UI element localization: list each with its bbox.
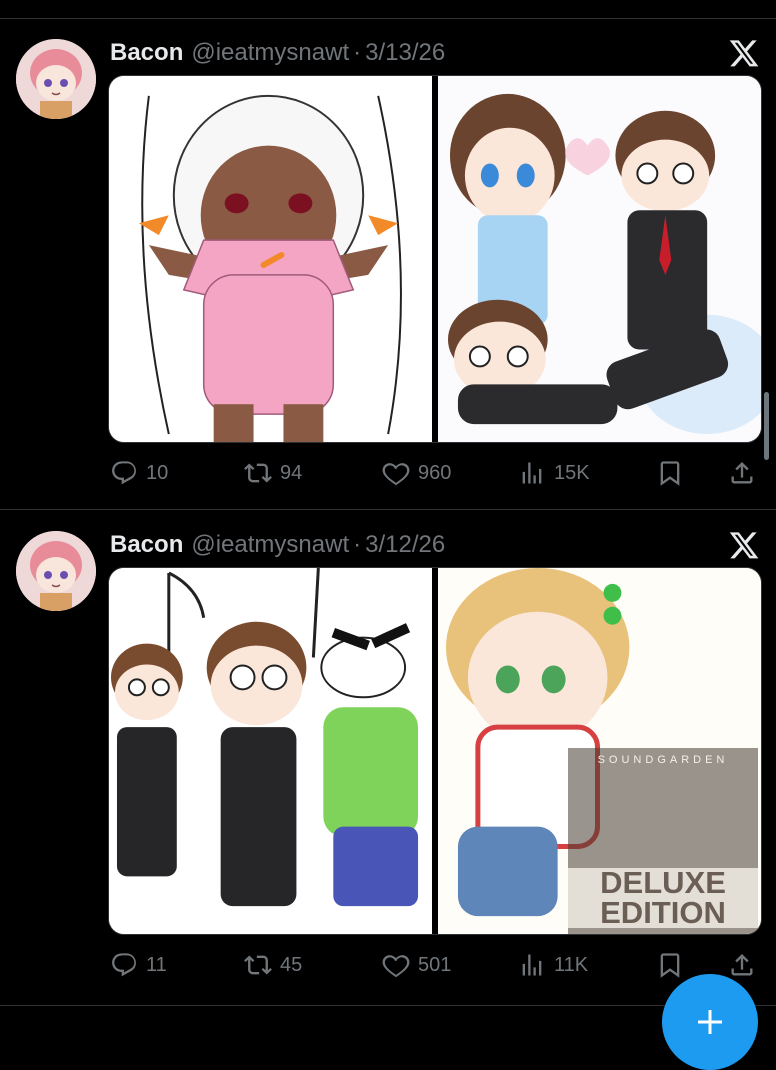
- tweet-actions: 11 45 501 11K: [108, 947, 762, 983]
- views-icon: [518, 459, 546, 487]
- repost-count: 45: [280, 953, 303, 976]
- tweet-actions: 10 94 960 15K: [108, 455, 762, 491]
- heart-icon: [382, 951, 410, 979]
- album-top-text: SOUNDGARDEN: [597, 754, 729, 766]
- deluxe-edition-label: DELUXE EDITION: [568, 867, 758, 928]
- tweet-card[interactable]: Bacon @ieatmysnawt · 3/12/26 SOUNDGARDEN…: [0, 511, 776, 1005]
- views-count: 15K: [554, 461, 590, 484]
- views-count: 11K: [554, 953, 589, 976]
- media-image-left[interactable]: [109, 76, 432, 442]
- share-icon: [728, 459, 756, 487]
- album-cover-overlay: SOUNDGARDEN DELUXE EDITION: [568, 748, 758, 934]
- like-button[interactable]: 960: [382, 455, 451, 491]
- share-button[interactable]: [728, 947, 756, 983]
- bookmark-button[interactable]: [656, 947, 684, 983]
- reply-icon: [110, 459, 138, 487]
- tweet-divider: [0, 1005, 776, 1006]
- avatar-image: [16, 531, 96, 611]
- tweet-divider: [0, 509, 776, 510]
- tweet-media[interactable]: SOUNDGARDEN DELUXE EDITION: [108, 567, 762, 935]
- x-logo-icon: [728, 529, 760, 561]
- share-icon: [728, 951, 756, 979]
- tweet-header: Bacon @ieatmysnawt · 3/13/26: [110, 37, 445, 69]
- compose-button[interactable]: [662, 974, 758, 1070]
- media-image-right[interactable]: [438, 76, 761, 442]
- tweet-card[interactable]: Bacon @ieatmysnawt · 3/13/26 10 94 960 1…: [0, 19, 776, 509]
- repost-count: 94: [280, 461, 303, 484]
- scrollbar[interactable]: [764, 392, 769, 460]
- repost-icon: [244, 951, 272, 979]
- like-button[interactable]: 501: [382, 947, 451, 983]
- tweet-media[interactable]: [108, 75, 762, 443]
- views-button[interactable]: 11K: [518, 947, 588, 983]
- repost-button[interactable]: 45: [244, 947, 302, 983]
- bookmark-icon: [656, 459, 684, 487]
- repost-button[interactable]: 94: [244, 455, 302, 491]
- tweet-header: Bacon @ieatmysnawt · 3/12/26: [110, 529, 445, 561]
- reply-count: 10: [146, 461, 169, 484]
- avatar[interactable]: [16, 531, 96, 611]
- author-name[interactable]: Bacon: [110, 531, 183, 559]
- plus-icon: [698, 1010, 722, 1034]
- author-handle[interactable]: @ieatmysnawt: [191, 39, 349, 67]
- avatar-image: [16, 39, 96, 119]
- heart-icon: [382, 459, 410, 487]
- separator-dot: ·: [353, 39, 362, 66]
- bookmark-button[interactable]: [656, 455, 684, 491]
- author-name[interactable]: Bacon: [110, 39, 183, 67]
- author-handle[interactable]: @ieatmysnawt: [191, 531, 349, 559]
- views-button[interactable]: 15K: [518, 455, 590, 491]
- tweet-date[interactable]: 3/12/26: [365, 531, 445, 559]
- share-button[interactable]: [728, 455, 756, 491]
- bookmark-icon: [656, 951, 684, 979]
- repost-icon: [244, 459, 272, 487]
- media-image-left[interactable]: [109, 568, 432, 934]
- reply-icon: [110, 951, 138, 979]
- reply-button[interactable]: 10: [110, 455, 168, 491]
- avatar[interactable]: [16, 39, 96, 119]
- x-logo-icon: [728, 37, 760, 69]
- media-image-right[interactable]: SOUNDGARDEN DELUXE EDITION: [438, 568, 761, 934]
- separator-dot: ·: [353, 531, 362, 558]
- reply-count: 11: [146, 953, 167, 976]
- tweet-date[interactable]: 3/13/26: [365, 39, 445, 67]
- views-icon: [518, 951, 546, 979]
- reply-button[interactable]: 11: [110, 947, 167, 983]
- like-count: 960: [418, 461, 452, 484]
- like-count: 501: [418, 953, 452, 976]
